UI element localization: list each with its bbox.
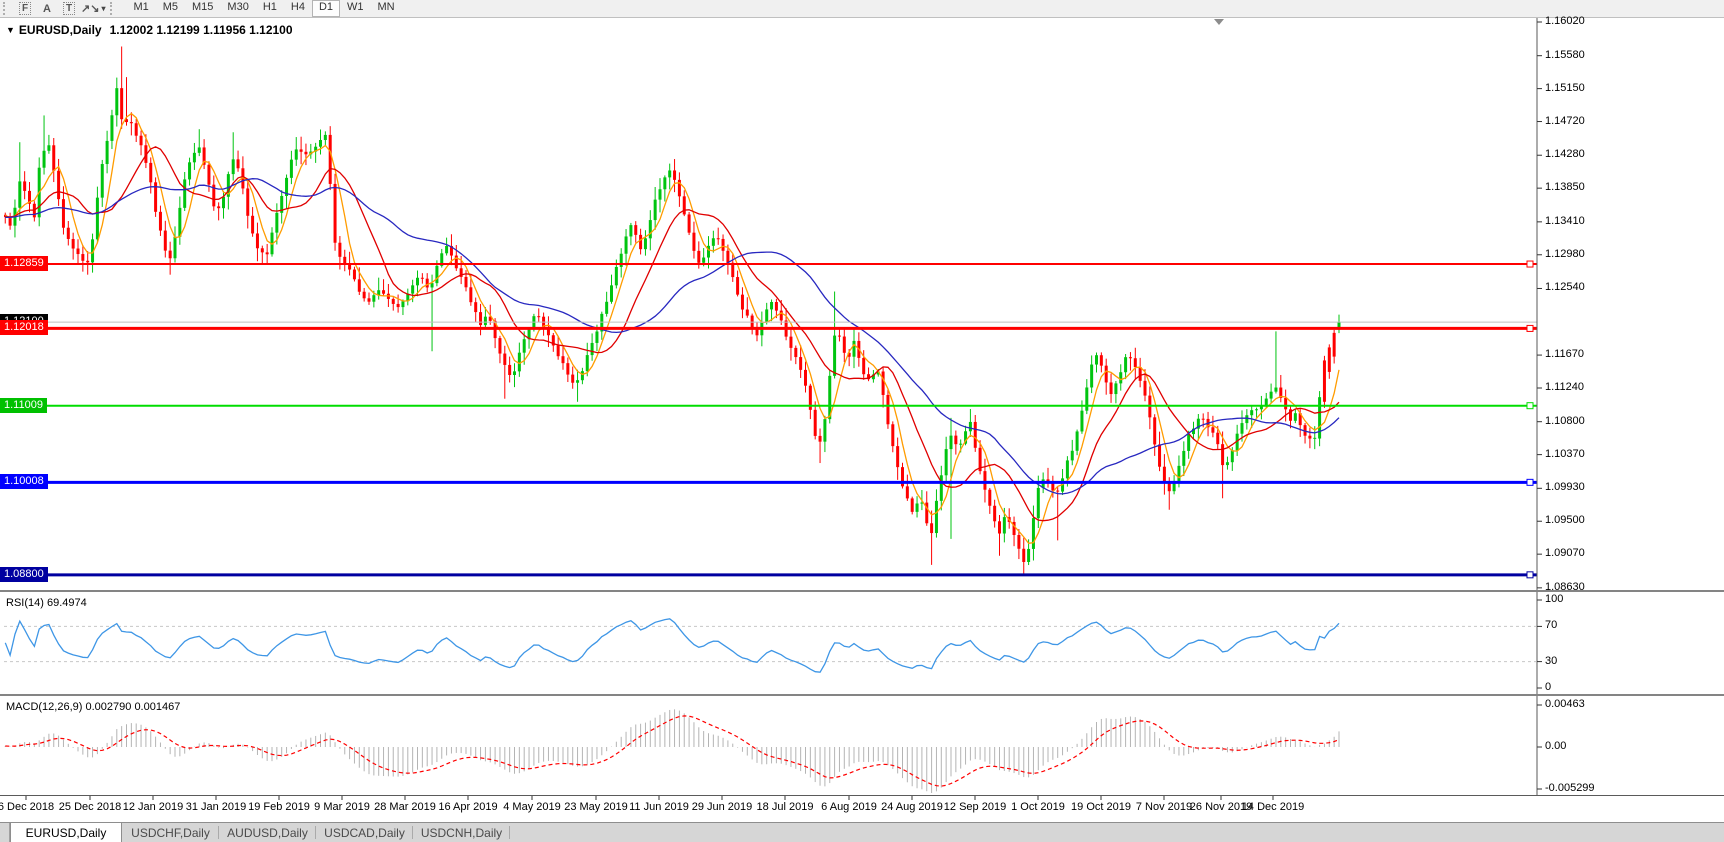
date-tick-label: 6 Dec 2018 — [0, 801, 54, 813]
ohlc-low: 1.11956 — [203, 23, 246, 37]
price-tick-label: 1.15150 — [1545, 82, 1585, 94]
date-tick-label: 6 Aug 2019 — [821, 801, 877, 813]
date-tick-label: 24 Aug 2019 — [881, 801, 943, 813]
date-tick-label: 19 Oct 2019 — [1071, 801, 1131, 813]
rsi-tick-label: 70 — [1545, 619, 1557, 631]
rsi-panel — [4, 619, 1537, 672]
date-tick-label: 18 Jul 2019 — [757, 801, 814, 813]
price-panel — [4, 47, 1341, 576]
macd-signal-line — [5, 716, 1339, 786]
price-badge-1.12859: 1.12859 — [0, 256, 48, 271]
date-tick-label: 16 Apr 2019 — [438, 801, 497, 813]
rsi-tick-label: 30 — [1545, 655, 1557, 667]
date-tick-label: 31 Jan 2019 — [186, 801, 247, 813]
date-tick-label: 28 Mar 2019 — [374, 801, 436, 813]
mt4-window: { "toolbar": { "icons": [ {"name": "temp… — [0, 0, 1724, 841]
chevron-down-icon[interactable]: ▼ — [6, 25, 15, 35]
symbol-tab-audusd[interactable]: AUDUSD,Daily — [219, 823, 316, 842]
symbol-tab-usdcnh[interactable]: USDCNH,Daily — [413, 823, 510, 842]
date-tick-label: 29 Jun 2019 — [692, 801, 753, 813]
date-tick-label: 12 Sep 2019 — [944, 801, 1006, 813]
ohlc-open: 1.12002 — [110, 23, 153, 37]
date-tick-label: 25 Dec 2018 — [59, 801, 121, 813]
macd-panel-title: MACD(12,26,9) 0.002790 0.001467 — [6, 701, 180, 713]
price-badge-1.10008: 1.10008 — [0, 474, 48, 489]
price-tick-label: 1.16020 — [1545, 15, 1585, 27]
date-tick-label: 1 Oct 2019 — [1011, 801, 1065, 813]
tabs: EURUSD,DailyUSDCHF,DailyAUDUSD,DailyUSDC… — [10, 823, 510, 842]
macd-tick-label: 0.00463 — [1545, 698, 1585, 710]
date-tick-label: 11 Jun 2019 — [629, 801, 689, 813]
symbol-tab-eurusd[interactable]: EURUSD,Daily — [10, 823, 122, 842]
price-badge-1.08800: 1.08800 — [0, 567, 48, 582]
price-tick-label: 1.14720 — [1545, 115, 1585, 127]
hline-handle[interactable] — [1527, 403, 1533, 409]
price-badge-1.11009: 1.11009 — [0, 398, 47, 413]
date-tick-label: 4 May 2019 — [503, 801, 560, 813]
date-tick-label: 14 Dec 2019 — [1242, 801, 1304, 813]
ohlc-close: 1.12100 — [249, 23, 292, 37]
hline-handle[interactable] — [1527, 325, 1533, 331]
macd-panel — [5, 709, 1339, 793]
date-tick-label: 12 Jan 2019 — [123, 801, 184, 813]
price-tick-label: 1.12980 — [1545, 248, 1585, 260]
date-tick-label: 23 May 2019 — [564, 801, 628, 813]
ma-13-line — [5, 147, 1339, 521]
price-tick-label: 1.15580 — [1545, 49, 1585, 61]
macd-signal-value: 0.001467 — [134, 701, 180, 713]
macd-tick-label: 0.00 — [1545, 740, 1566, 752]
price-tick-label: 1.08630 — [1545, 581, 1585, 593]
hline-handle[interactable] — [1527, 261, 1533, 267]
price-tick-label: 1.10370 — [1545, 448, 1585, 460]
date-tick-label: 7 Nov 2019 — [1136, 801, 1192, 813]
macd-tick-label: -0.005299 — [1545, 782, 1595, 794]
date-tick-label: 9 Mar 2019 — [314, 801, 370, 813]
price-tick-label: 1.10800 — [1545, 415, 1585, 427]
candles-layer — [4, 47, 1341, 576]
symbol-tab-usdchf[interactable]: USDCHF,Daily — [122, 823, 219, 842]
macd-main-value: 0.002790 — [85, 701, 131, 713]
tabbar-stub — [0, 823, 10, 842]
rsi-tick-label: 0 — [1545, 681, 1551, 693]
price-tick-label: 1.11670 — [1545, 348, 1584, 360]
price-tick-label: 1.11240 — [1545, 381, 1584, 393]
symbol-period-label: EURUSD,Daily — [19, 23, 102, 37]
chart-canvas — [0, 0, 1724, 841]
rsi-panel-title: RSI(14) 69.4974 — [6, 597, 87, 609]
symbol-tab-bar: EURUSD,DailyUSDCHF,DailyAUDUSD,DailyUSDC… — [0, 822, 1724, 842]
price-tick-label: 1.14280 — [1545, 148, 1585, 160]
price-tick-label: 1.13410 — [1545, 215, 1585, 227]
price-tick-label: 1.12540 — [1545, 281, 1585, 293]
ohlc-high: 1.12199 — [156, 23, 199, 37]
ma-34-line — [5, 179, 1339, 494]
date-tick-label: 19 Feb 2019 — [248, 801, 310, 813]
price-tick-label: 1.09070 — [1545, 547, 1585, 559]
chart-shift-marker-icon[interactable] — [1214, 19, 1224, 25]
hline-handle[interactable] — [1527, 479, 1533, 485]
price-tick-label: 1.09930 — [1545, 481, 1585, 493]
rsi-value: 69.4974 — [47, 597, 87, 609]
price-badge-1.12018: 1.12018 — [0, 320, 48, 335]
chart-title: ▼ EURUSD,Daily 1.12002 1.12199 1.11956 1.1… — [6, 23, 293, 37]
hline-handle[interactable] — [1527, 572, 1533, 578]
price-tick-label: 1.09500 — [1545, 514, 1585, 526]
price-tick-label: 1.13850 — [1545, 181, 1585, 193]
symbol-tab-usdcad[interactable]: USDCAD,Daily — [316, 823, 413, 842]
rsi-tick-label: 100 — [1545, 593, 1563, 605]
